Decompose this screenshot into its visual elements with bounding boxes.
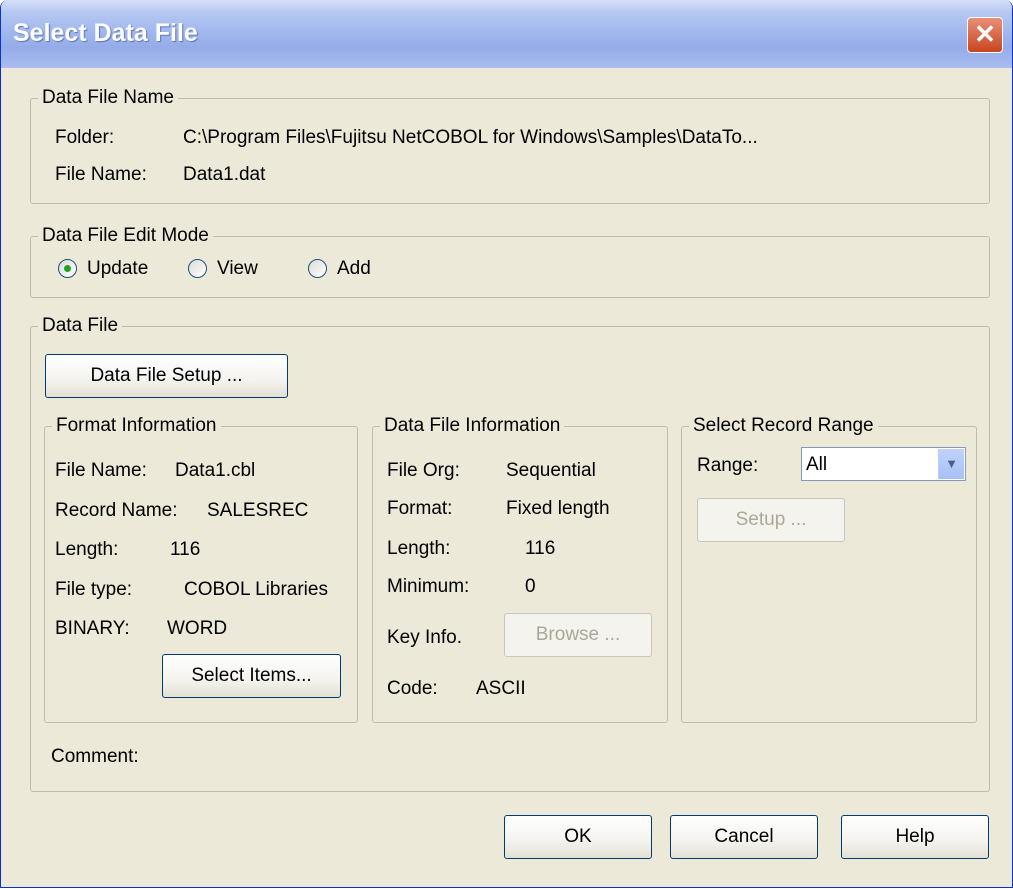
data-file-setup-button[interactable]: Data File Setup ...: [45, 354, 288, 398]
file-type-label: File type:: [55, 579, 133, 600]
binary-label: BINARY:: [55, 618, 130, 639]
dialog-title: Select Data File: [13, 19, 198, 47]
minimum-label: Minimum:: [387, 576, 470, 597]
comment-label: Comment:: [51, 746, 139, 767]
record-range-legend: Select Record Range: [689, 415, 878, 437]
format-value: Fixed length: [506, 498, 610, 519]
folder-value: C:\Program Files\Fujitsu NetCOBOL for Wi…: [183, 127, 758, 148]
add-radio-label[interactable]: Add: [337, 258, 371, 280]
format-label: Format:: [387, 498, 453, 519]
folder-label: Folder:: [55, 127, 115, 148]
range-select-value: All: [806, 454, 828, 475]
code-label: Code:: [387, 678, 438, 699]
cancel-button[interactable]: Cancel: [670, 815, 818, 859]
file-org-value: Sequential: [506, 460, 596, 481]
range-setup-button[interactable]: Setup ...: [697, 498, 845, 542]
file-name-label: File Name:: [55, 164, 147, 185]
file-info-legend: Data File Information: [380, 415, 565, 437]
view-radio[interactable]: [188, 259, 207, 278]
update-radio-label[interactable]: Update: [87, 258, 148, 280]
format-length-value: 116: [170, 539, 201, 560]
code-value: ASCII: [476, 678, 526, 699]
minimum-value: 0: [525, 576, 536, 597]
file-name-value: Data1.dat: [183, 164, 266, 185]
range-label: Range:: [697, 455, 759, 476]
ok-button[interactable]: OK: [504, 815, 652, 859]
data-file-legend: Data File: [38, 315, 123, 337]
file-org-label: File Org:: [387, 460, 460, 481]
format-file-name-value: Data1.cbl: [175, 460, 256, 481]
data-file-name-legend: Data File Name: [38, 87, 178, 109]
browse-button[interactable]: Browse ...: [504, 613, 652, 657]
add-radio[interactable]: [308, 259, 327, 278]
edit-mode-group: Data File Edit Mode: [30, 225, 990, 298]
file-type-value: COBOL Libraries: [184, 579, 328, 600]
chevron-down-icon[interactable]: ▼: [938, 449, 964, 479]
data-file-name-group: Data File Name: [30, 87, 990, 204]
update-radio[interactable]: [58, 259, 77, 278]
help-button[interactable]: Help: [841, 815, 989, 859]
format-file-name-label: File Name:: [55, 460, 147, 481]
edit-mode-legend: Data File Edit Mode: [38, 225, 213, 247]
info-length-label: Length:: [387, 538, 451, 559]
select-items-button[interactable]: Select Items...: [162, 654, 341, 698]
view-radio-label[interactable]: View: [217, 258, 258, 280]
binary-value: WORD: [167, 618, 228, 639]
range-select[interactable]: All ▼: [801, 447, 966, 481]
select-data-file-dialog: Select Data File ✕ Data File Name Folder…: [0, 0, 1013, 888]
key-info-label: Key Info.: [387, 627, 462, 648]
format-length-label: Length:: [55, 539, 119, 560]
record-name-value: SALESREC: [207, 500, 309, 521]
close-icon[interactable]: ✕: [967, 17, 1003, 53]
format-info-legend: Format Information: [52, 415, 221, 437]
record-name-label: Record Name:: [55, 500, 178, 521]
title-bar[interactable]: Select Data File ✕: [1, 0, 1012, 68]
info-length-value: 116: [525, 538, 556, 559]
